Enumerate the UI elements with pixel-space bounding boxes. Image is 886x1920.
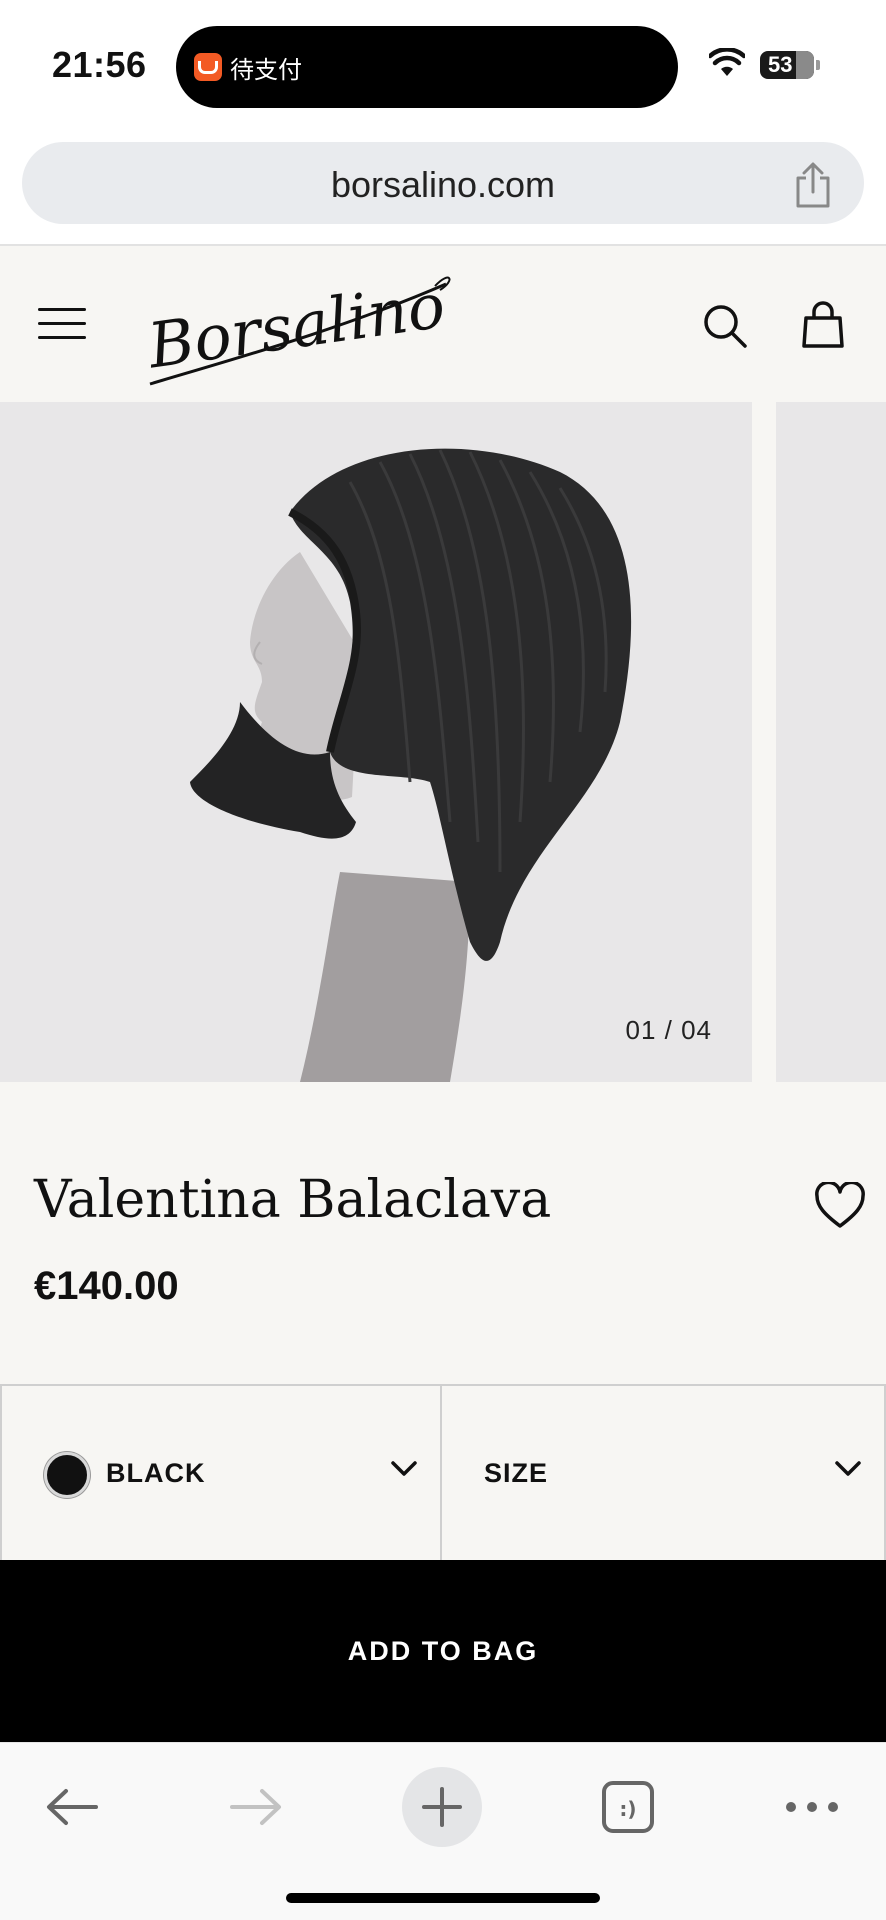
new-tab-button[interactable] <box>402 1767 482 1847</box>
gallery-slide[interactable]: 01 / 04 <box>0 402 752 1082</box>
battery-level: 53 <box>768 52 793 77</box>
back-button[interactable] <box>32 1767 112 1847</box>
browser-address-area: borsalino.com <box>0 130 886 246</box>
color-swatch <box>44 1452 90 1498</box>
product-price: €140.00 <box>34 1264 179 1308</box>
forward-button[interactable] <box>216 1767 296 1847</box>
tabs-button[interactable]: :) <box>588 1767 668 1847</box>
svg-text::): :) <box>619 1797 636 1821</box>
home-indicator[interactable] <box>286 1893 600 1903</box>
app-icon <box>194 53 222 81</box>
product-title: Valentina Balaclava <box>34 1170 552 1230</box>
wifi-icon <box>709 48 745 76</box>
tabs-icon: :) <box>602 1781 654 1833</box>
address-bar[interactable]: borsalino.com <box>22 142 864 224</box>
site-header: Borsalino <box>0 248 886 402</box>
more-button[interactable] <box>772 1767 852 1847</box>
size-label: SIZE <box>484 1458 549 1488</box>
battery-nub <box>816 60 820 70</box>
color-selector[interactable]: BLACK <box>0 1386 442 1560</box>
add-to-bag-button[interactable]: ADD TO BAG <box>0 1560 886 1742</box>
brand-logo[interactable]: Borsalino <box>140 260 460 390</box>
browser-toolbar: :) <box>0 1742 886 1920</box>
back-arrow-icon <box>47 1789 98 1825</box>
gallery-next-slide[interactable] <box>776 402 886 1082</box>
variant-selectors: BLACK SIZE <box>0 1384 886 1560</box>
url-text: borsalino.com <box>330 164 556 205</box>
color-label: BLACK <box>106 1458 206 1488</box>
brand-logo-text: Borsalino <box>143 269 449 383</box>
status-bar: 21:56 待支付 53 <box>0 0 886 130</box>
heart-icon[interactable] <box>814 1182 866 1230</box>
menu-icon[interactable] <box>38 308 86 342</box>
product-gallery[interactable]: 01 / 04 <box>0 402 886 1082</box>
chevron-down-icon <box>391 1461 417 1476</box>
size-selector[interactable]: SIZE <box>442 1386 886 1560</box>
status-time: 21:56 <box>52 44 147 85</box>
plus-icon <box>422 1787 462 1827</box>
gallery-counter: 01 / 04 <box>625 1015 712 1045</box>
more-icon <box>786 1802 838 1812</box>
battery-indicator: 53 <box>760 51 814 79</box>
chevron-down-icon <box>835 1461 861 1476</box>
dynamic-island[interactable]: 待支付 <box>176 26 678 108</box>
add-to-bag-label: ADD TO BAG <box>347 1636 539 1666</box>
island-text: 待支付 <box>230 55 302 84</box>
product-image <box>190 448 632 1082</box>
forward-arrow-icon <box>230 1789 281 1825</box>
bag-icon[interactable] <box>802 300 844 348</box>
search-icon[interactable] <box>702 303 748 349</box>
share-icon[interactable] <box>792 162 834 208</box>
